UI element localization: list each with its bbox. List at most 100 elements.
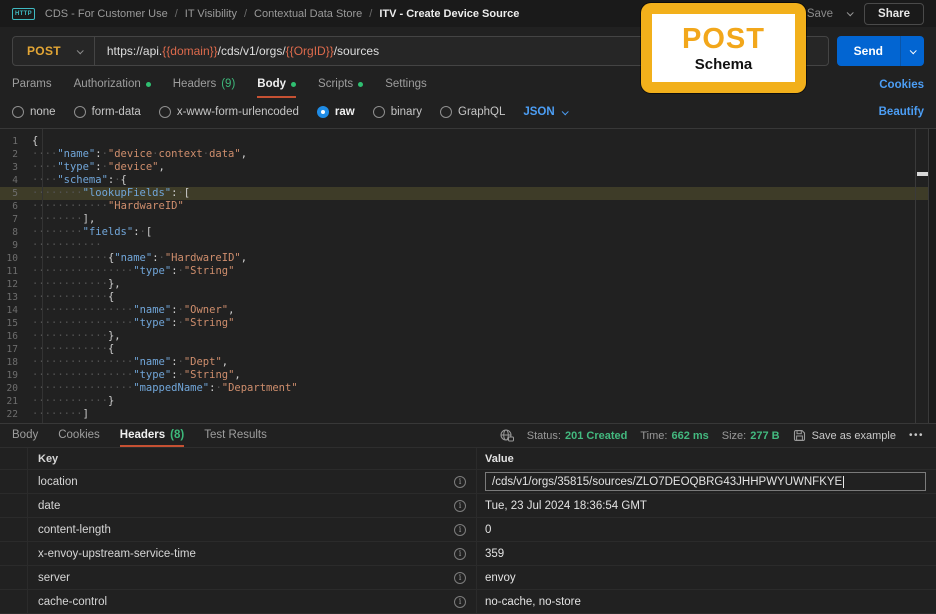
response-tab-test-results[interactable]: Test Results [204,424,267,447]
time-label: Time: [640,429,668,442]
key-header-cell: Key [28,448,477,469]
header-key: content-length [38,523,111,536]
send-options-chevron-icon[interactable] [900,36,924,66]
line-number: 21 [6,396,18,407]
radio-graphql[interactable]: GraphQL [440,106,505,118]
radio-label: binary [390,106,423,118]
beautify-link[interactable]: Beautify [879,106,924,118]
code-text: ············{ [32,291,115,303]
request-tab-settings[interactable]: Settings [385,72,427,98]
line-number: 8 [12,227,18,238]
header-key: date [38,499,61,512]
header-value[interactable]: 359 [485,548,504,560]
gutter-divider [42,129,43,423]
method-select[interactable]: POST [13,37,95,65]
network-globe-icon[interactable] [500,429,514,442]
code-text: ····"type":·"device", [32,161,165,173]
text-caret [843,475,845,488]
code-text: ················"type":·"String" [32,265,235,277]
response-tab-cookies[interactable]: Cookies [58,424,100,447]
radio-circle-icon [12,106,24,118]
table-row: content-length 0 [0,518,936,542]
info-icon[interactable] [454,547,466,560]
header-value[interactable]: Tue, 23 Jul 2024 18:36:54 GMT [485,500,647,512]
code-line: 5 ········"lookupFields":·[ [0,187,936,200]
response-headers-table: Key Value location/cds/v1/orgs/35815/sou… [0,448,936,614]
response-tabs: Body Cookies Headers (8) Test Results Status… [0,424,936,448]
url-variable-domain: {{domain}} [162,44,218,58]
code-text: ················"mappedName":·"Departmen… [32,382,298,394]
code-text: ················"name":·"Dept", [32,356,229,368]
info-icon[interactable] [454,595,466,608]
url-text: /cds/v1/orgs/ [217,44,286,58]
code-text: ····"schema":·{ [32,174,127,186]
breadcrumb-separator: / [243,7,248,20]
radio-binary[interactable]: binary [372,106,423,118]
info-icon[interactable] [454,475,466,488]
save-as-example-button[interactable]: Save as example [793,429,896,442]
radio-raw[interactable]: raw [316,106,355,118]
breadcrumb-separator: / [369,7,373,20]
code-text: ············} [32,395,115,407]
header-key-cell: cache-control [28,590,477,613]
value-header-cell: Value [485,452,514,465]
header-value[interactable]: envoy [485,572,516,584]
breadcrumb-item[interactable]: Contextual Data Store [254,8,362,20]
language-select[interactable]: JSON [523,106,569,118]
radio-x-www-form-urlencoded[interactable]: x-www-form-urlencoded [158,106,299,118]
cookies-link[interactable]: Cookies [879,79,924,91]
send-button[interactable]: Send [836,36,924,66]
code-line: 3 ····"type":·"device", [0,161,936,174]
table-spacer-cell [0,542,28,565]
scrollbar-track[interactable] [915,129,929,423]
request-tab-body[interactable]: Body [257,72,297,98]
save-label: Save [806,7,834,20]
body-type-options: none form-data x-www-form-urlencoded raw bin… [0,100,936,124]
code-text: { [32,135,39,147]
radio-circle-icon [158,106,171,118]
radio-label: none [30,106,56,118]
line-number: 5 [12,188,18,199]
header-value[interactable]: no-cache, no-store [485,596,581,608]
language-chevron-icon [561,107,569,115]
request-tab-params[interactable]: Params [12,72,52,98]
line-number: 18 [6,357,18,368]
radio-form-data[interactable]: form-data [73,106,141,118]
status-badge: Status: 201 Created [527,430,628,442]
radio-none[interactable]: none [12,106,56,118]
breadcrumb-item[interactable]: IT Visibility [185,8,237,20]
save-options-chevron-icon[interactable] [846,9,854,17]
url-text: https://api. [106,44,163,58]
info-icon[interactable] [454,523,466,536]
response-tab-headers[interactable]: Headers (8) [119,424,185,447]
breadcrumb-item[interactable]: CDS - For Customer Use [45,8,168,20]
radio-label: x-www-form-urlencoded [176,106,299,118]
request-tab-authorization[interactable]: Authorization [74,72,151,98]
line-number: 2 [12,149,18,160]
status-value: 201 Created [564,429,628,442]
url-input[interactable]: https://api.{{domain}}/cds/v1/orgs/{{Org… [95,44,391,58]
radio-label: form-data [91,106,141,118]
code-line: 14 ················"name":·"Owner", [0,304,936,317]
header-value[interactable]: 0 [485,524,491,536]
header-key: server [38,571,70,584]
request-tab-scripts[interactable]: Scripts [318,72,364,98]
info-icon[interactable] [454,571,466,584]
header-value-input[interactable]: /cds/v1/orgs/35815/sources/ZLO7DEOQBRG43… [485,472,926,491]
radio-circle-icon [372,106,385,118]
code-line: 11 ················"type":·"String" [0,265,936,278]
request-tab-headers[interactable]: Headers (9) [173,72,236,98]
header-value-cell: /cds/v1/orgs/35815/sources/ZLO7DEOQBRG43… [477,470,936,493]
body-editor[interactable]: 1{2····"name":·"device·context·data",3··… [0,128,936,424]
table-spacer-cell [0,494,28,517]
post-schema-callout: POST Schema [641,3,806,93]
language-label: JSON [523,106,555,118]
share-button[interactable]: Share [864,2,924,25]
response-tab-body[interactable]: Body [12,424,38,447]
line-number: 20 [6,383,18,394]
more-options-button[interactable]: ••• [909,430,924,441]
code-line: 2 ····"name":·"device·context·data", [0,148,936,161]
table-body: location/cds/v1/orgs/35815/sources/ZLO7D… [0,470,936,614]
header-value-cell: 359 [477,542,936,565]
info-icon[interactable] [454,499,466,512]
